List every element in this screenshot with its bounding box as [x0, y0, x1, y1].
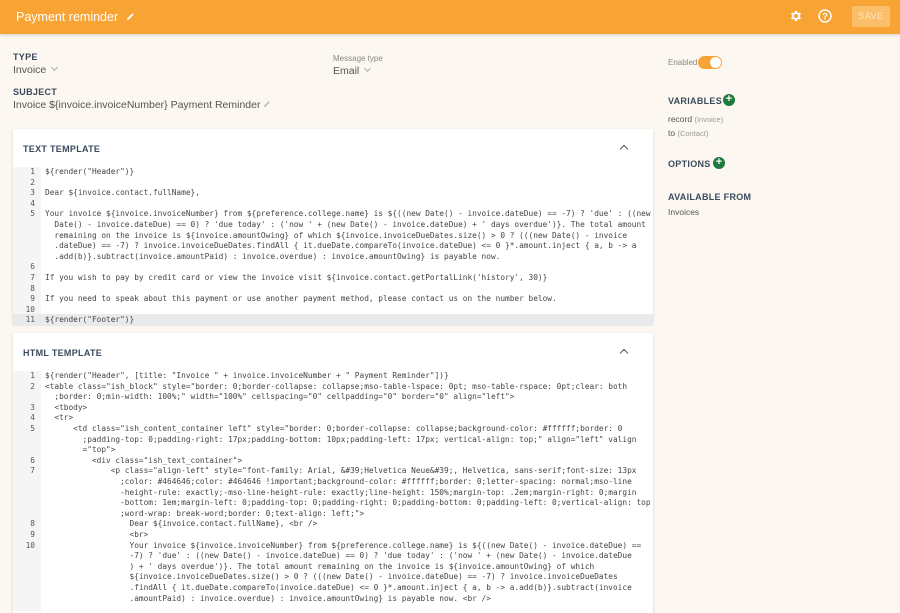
line-number: 7	[30, 466, 35, 476]
text-template-editor[interactable]: 1 ${render("Header")} 2 3 Dear ${invoice.con…	[13, 167, 653, 327]
line-number: 11	[25, 315, 35, 325]
variable-name: record	[668, 114, 693, 124]
code-line[interactable]: Dear ${invoice.contact.fullName}, <br />	[45, 519, 317, 528]
line-number: 5	[30, 424, 35, 433]
message-type-value: Email	[333, 65, 360, 77]
code-line[interactable]: .dateDue) == -7) ? invoice.invoiceDueDat…	[45, 241, 636, 250]
line-number: 1	[30, 371, 35, 380]
code-line[interactable]: If you wish to pay by credit card or vie…	[45, 273, 547, 282]
code-line[interactable]: Your invoice ${invoice.invoiceNumber} fr…	[45, 209, 651, 218]
code-line[interactable]: <p class="align-left" style="font-family…	[45, 466, 637, 475]
help-icon[interactable]: ?	[818, 9, 834, 25]
line-number: 8	[30, 283, 35, 293]
available-from-value: Invoices	[668, 207, 700, 217]
code-line[interactable]: -height-rule: exactly;-mso-line-height-r…	[45, 488, 636, 497]
code-line[interactable]: remaining on the invoice is ${invoice.am…	[45, 231, 627, 240]
page-title: Payment reminder	[16, 10, 135, 24]
chevron-up-icon[interactable]	[619, 348, 629, 358]
line-number: 9	[30, 530, 35, 539]
toggle-knob	[710, 57, 721, 68]
enabled-toggle[interactable]	[698, 56, 722, 69]
available-from-heading: AVAILABLE FROM	[668, 192, 752, 202]
type-value: Invoice	[13, 64, 47, 76]
code-line[interactable]: <tr>	[45, 413, 73, 422]
message-type-select[interactable]: Email	[333, 64, 372, 77]
code-line[interactable]: ;padding-top: 0;padding-right: 17px;padd…	[45, 435, 637, 444]
code-line[interactable]: <div class="ish_text_container">	[45, 456, 242, 465]
edit-pencil-icon[interactable]	[263, 99, 271, 111]
variables-heading: VARIABLES	[668, 96, 723, 106]
code-line[interactable]: <tbody>	[45, 403, 87, 412]
code-line[interactable]: Date() - invoice.dateDue) == 0) ? 'due t…	[45, 220, 645, 229]
save-button[interactable]: SAVE	[852, 6, 890, 27]
line-number: 5	[30, 209, 35, 219]
line-number: 1	[30, 167, 35, 176]
settings-gear-icon[interactable]	[789, 9, 805, 25]
add-option-button[interactable]: +	[713, 157, 725, 169]
code-line[interactable]: ${render("Header")}	[45, 167, 134, 176]
variable-type: (Contact)	[677, 129, 709, 138]
variable-name: to	[668, 128, 676, 138]
edit-pencil-icon[interactable]	[126, 10, 135, 24]
page-title-text: Payment reminder	[16, 10, 119, 24]
code-line[interactable]: Dear ${invoice.contact.fullName},	[45, 188, 200, 197]
subject-label: SUBJECT	[13, 87, 58, 97]
text-template-panel: TEXT TEMPLATE 1 ${render("Header")} 2 3 Dear…	[13, 129, 653, 327]
code-line[interactable]: -bottom: 1em;margin-left: 0;padding-top:…	[45, 498, 650, 507]
code-line[interactable]: ${invoice.invoiceDueDates.size() > 0 ? (…	[45, 572, 617, 581]
type-select[interactable]: Invoice	[13, 63, 59, 76]
subject-field[interactable]: Invoice ${invoice.invoiceNumber} Payment…	[13, 99, 271, 111]
code-line[interactable]: <table class="ish_block" style="border: …	[45, 382, 627, 391]
html-template-title: HTML TEMPLATE	[23, 348, 103, 358]
line-number: 9	[30, 294, 35, 304]
line-number: 10	[25, 540, 35, 550]
code-line[interactable]: .amountPaid) : invoice.overdue) : invoic…	[45, 594, 490, 603]
variable-item: to (Contact)	[668, 128, 708, 138]
code-line[interactable]: ;word-wrap: break-word;border: 0;text-al…	[45, 509, 364, 518]
subject-value: Invoice ${invoice.invoiceNumber} Payment…	[13, 99, 261, 111]
chevron-down-icon	[51, 63, 59, 72]
code-line[interactable]: .findAll { it.dueDate.compareTo(invoice.…	[45, 583, 631, 592]
code-line[interactable]: -7) ? 'due' : ((new Date() - invoice.dat…	[45, 551, 631, 560]
enabled-label: Enabled	[668, 58, 698, 67]
html-template-panel: HTML TEMPLATE 1 ${render("Header", [title…	[13, 333, 653, 613]
chevron-down-icon	[364, 64, 372, 73]
line-number: 6	[30, 262, 35, 272]
code-line[interactable]: <td class="ish_content_container left" s…	[45, 424, 622, 433]
code-line[interactable]: <br>	[45, 530, 148, 539]
code-line[interactable]: ${render("Header", [title: "Invoice " + …	[45, 371, 449, 380]
line-number: 7	[30, 273, 35, 282]
line-number: 2	[30, 177, 35, 187]
code-line[interactable]: Your invoice ${invoice.invoiceNumber} fr…	[45, 541, 641, 550]
svg-text:?: ?	[822, 11, 828, 21]
code-line[interactable]: .add(b)}.subtract(invoice.amountPaid) : …	[45, 252, 500, 261]
code-line[interactable]: ${render("Footer")}	[45, 315, 134, 324]
variable-type: (Invoice)	[694, 115, 724, 124]
line-number: 8	[30, 519, 35, 529]
text-template-title: TEXT TEMPLATE	[23, 144, 101, 154]
line-number: 3	[30, 188, 35, 198]
type-label: TYPE	[13, 52, 38, 62]
html-template-editor[interactable]: 1 ${render("Header", [title: "Invoice " +…	[13, 371, 653, 611]
add-variable-button[interactable]: +	[723, 94, 735, 106]
message-type-label: Message type	[333, 54, 383, 63]
line-number: 2	[30, 381, 35, 391]
code-line[interactable]: ;border: 0;min-width: 100%;" width="100%…	[45, 392, 514, 401]
code-line[interactable]: ;color: #464646;color: #464646 !importan…	[45, 477, 632, 486]
code-line[interactable]: ) + ' days overdue')}. The total amount …	[45, 562, 594, 571]
line-number: 10	[25, 304, 35, 314]
variable-item: record (Invoice)	[668, 114, 723, 124]
chevron-up-icon[interactable]	[619, 144, 629, 154]
code-line[interactable]: ="top">	[45, 445, 116, 454]
code-line[interactable]: If you need to speak about this payment …	[45, 294, 557, 303]
line-number: 4	[30, 198, 35, 208]
line-number: 6	[30, 455, 35, 465]
app-header: Payment reminder ? SAVE	[0, 0, 900, 34]
options-heading: OPTIONS	[668, 159, 711, 169]
line-number: 3	[30, 402, 35, 412]
line-number: 4	[30, 413, 35, 423]
